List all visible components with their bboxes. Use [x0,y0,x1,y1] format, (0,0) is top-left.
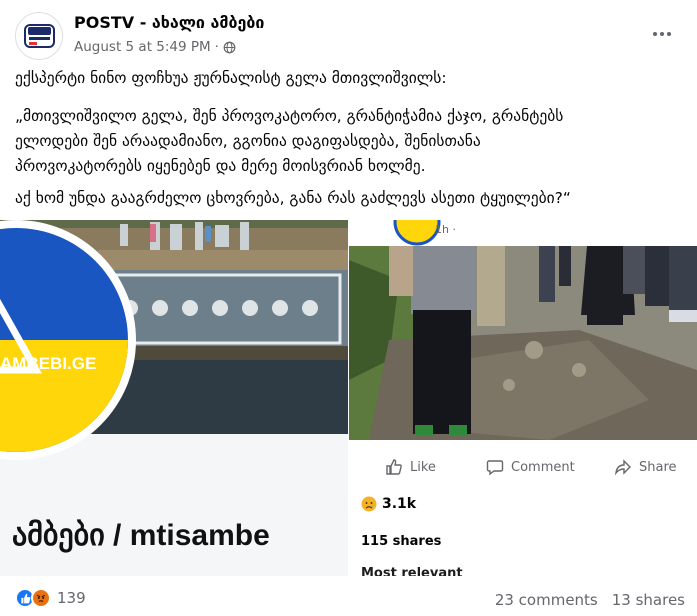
reaction-summary[interactable]: 139 [15,588,86,608]
inner-comment-button: Comment [486,458,575,476]
page-avatar[interactable] [15,12,63,60]
post-image-left[interactable]: AMBEBI.GE ამბები / mtisambe [0,220,348,576]
inner-like-label: Like [410,459,436,475]
more-options-icon[interactable] [648,20,676,48]
post-text-line-2: „მთივლიშვილო გელა, შენ პროვოკატორო, გრან… [15,107,564,125]
inner-shares: 115 shares [361,534,442,549]
post-footer: 139 23 comments 13 shares [0,584,697,616]
meta-separator: · [214,39,219,55]
post-stats: 23 comments 13 shares [495,591,685,609]
inner-cut-text: Most relevant [361,566,463,576]
reaction-count: 139 [57,589,86,607]
post-image-right[interactable]: 1h · Like Comment Share 3.1k 115 shares … [349,220,697,576]
inner-reaction-count: 3.1k [382,496,417,512]
post-text-line-5: აქ ხომ უნდა გააგრძელო ცხოვრება, განა რას… [15,189,571,207]
post-text-line-4: პროვოკატორებს იყენებენ და მერე მოისვრიან… [15,157,426,175]
angry-reaction-icon [31,588,51,608]
inner-share-label: Share [639,459,677,475]
inner-action-bar: Like Comment Share [349,446,697,494]
postv-logo-icon [24,24,55,48]
shares-count-link[interactable]: 13 shares [612,591,685,609]
screenshot-profile-name: ამბები / mtisambe [12,519,270,552]
post-text-line-1: ექსპერტი ნინო ფოჩხუა ჟურნალისტ გელა მთივ… [15,69,447,87]
post-meta: August 5 at 5:49 PM · [74,39,236,55]
post-header: POSTV - ახალი ამბები August 5 at 5:49 PM… [0,0,697,64]
globe-icon [223,41,236,53]
inner-like-button: Like [385,458,436,476]
sad-emoji-icon [361,496,377,512]
post-timestamp[interactable]: August 5 at 5:49 PM [74,39,211,55]
comments-count-link[interactable]: 23 comments [495,591,598,609]
page-name-link[interactable]: POSTV - ახალი ამბები [74,13,264,32]
post-text-line-3: ელოდები შენ არაადამიანო, გგონია დაგიფასდ… [15,132,481,150]
thumbs-up-icon [386,459,402,475]
inner-share-button: Share [614,458,677,476]
inner-reactions: 3.1k [361,496,416,512]
comment-icon [486,460,504,476]
inner-comment-label: Comment [511,459,575,475]
inner-post-time: 1h · [435,223,456,236]
ambebi-logo-text: AMBEBI.GE [0,354,97,373]
right-image-photo [349,220,697,440]
share-arrow-icon [614,459,631,476]
